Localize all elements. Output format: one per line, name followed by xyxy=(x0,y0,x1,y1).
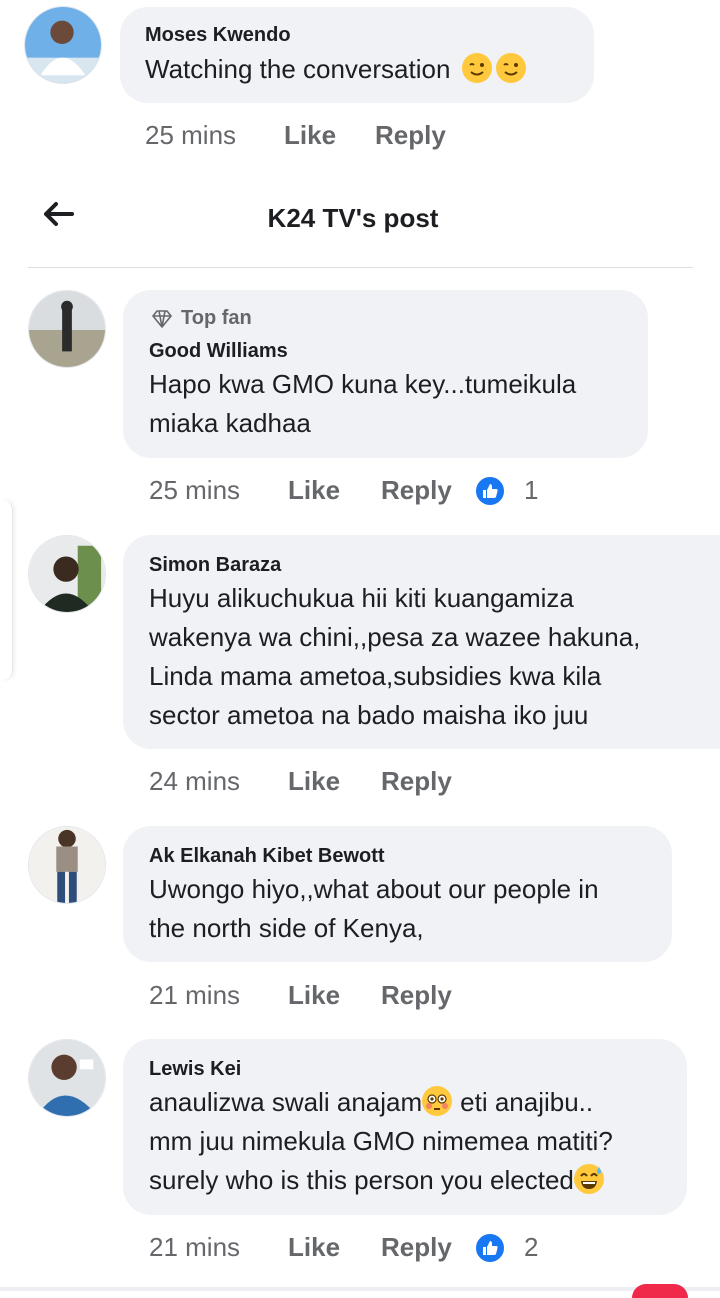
comment-text-line: sector ametoa na bado maisha iko juu xyxy=(149,700,589,730)
bottom-divider xyxy=(0,1287,720,1291)
comment-text-line: surely who is this person you elected xyxy=(149,1161,604,1200)
thumbs-up-icon[interactable] xyxy=(474,1232,506,1264)
comment-text-line: anaulizwa swali anajam eti anajibu.. xyxy=(149,1083,593,1122)
top-fan-badge: Top fan xyxy=(181,307,252,329)
comment-text-line: the north side of Kenya, xyxy=(149,913,424,943)
grinning-sweat-face-icon xyxy=(573,1164,604,1194)
comment-text-line: wakenya wa chini,,pesa za wazee hakuna, xyxy=(149,622,641,652)
comment-author[interactable]: Good Williams xyxy=(149,340,288,363)
like-button[interactable]: Like xyxy=(288,1232,340,1263)
comment-text-body: Watching the conversation xyxy=(145,54,451,84)
flushed-face-icon xyxy=(422,1086,453,1116)
diamond-icon xyxy=(151,309,173,329)
winking-face-icon xyxy=(461,53,492,83)
reply-button[interactable]: Reply xyxy=(381,980,452,1011)
like-button[interactable]: Like xyxy=(288,475,340,506)
comment-text-segment: anaulizwa swali anajam xyxy=(149,1087,423,1117)
comment-timestamp: 21 mins xyxy=(149,980,241,1010)
like-button[interactable]: Like xyxy=(284,120,336,151)
comment-text-line: Hapo kwa GMO kuna key...tumeikula xyxy=(149,369,577,399)
reaction-count[interactable]: 2 xyxy=(524,1232,538,1263)
page-title: K24 TV's post xyxy=(267,203,439,233)
header-divider xyxy=(28,267,693,268)
comment-author[interactable]: Moses Kwendo xyxy=(145,24,291,47)
comment-text: Watching the conversation xyxy=(145,50,526,89)
comment-text-line: Linda mama ametoa,subsidies kwa kila xyxy=(149,661,602,691)
comment-text-segment: eti anajibu.. xyxy=(460,1087,594,1117)
reply-button[interactable]: Reply xyxy=(381,1232,452,1263)
reply-button[interactable]: Reply xyxy=(381,766,452,797)
avatar[interactable] xyxy=(28,1039,106,1117)
comment-author[interactable]: Ak Elkanah Kibet Bewott xyxy=(149,845,385,868)
comment-timestamp: 21 mins xyxy=(149,1232,241,1262)
comment-timestamp: 25 mins xyxy=(145,120,237,150)
comment-author[interactable]: Lewis Kei xyxy=(149,1058,241,1081)
reply-button[interactable]: Reply xyxy=(381,475,452,506)
avatar[interactable] xyxy=(24,6,102,84)
avatar[interactable] xyxy=(28,290,106,368)
comment-text-line: Uwongo hiyo,,what about our people in xyxy=(149,874,599,904)
reaction-count[interactable]: 1 xyxy=(524,475,538,506)
like-button[interactable]: Like xyxy=(288,766,340,797)
comment-timestamp: 25 mins xyxy=(149,475,241,505)
comment-author[interactable]: Simon Baraza xyxy=(149,554,281,577)
comment-text-line: mm juu nimekula GMO nimemea matiti? xyxy=(149,1126,613,1156)
comment-timestamp: 24 mins xyxy=(149,766,241,796)
comment-text-line: Huyu alikuchukua hii kiti kuangamiza xyxy=(149,583,574,613)
avatar[interactable] xyxy=(28,535,106,613)
thumbs-up-icon[interactable] xyxy=(474,475,506,507)
winking-face-icon xyxy=(495,53,526,83)
comment-text-line: miaka kadhaa xyxy=(149,408,311,438)
reply-button[interactable]: Reply xyxy=(375,120,446,151)
comment-text-segment: surely who is this person you elected xyxy=(149,1165,574,1195)
like-button[interactable]: Like xyxy=(288,980,340,1011)
scroll-edge xyxy=(0,500,13,680)
avatar[interactable] xyxy=(28,826,106,904)
floating-action-edge[interactable] xyxy=(632,1284,688,1298)
